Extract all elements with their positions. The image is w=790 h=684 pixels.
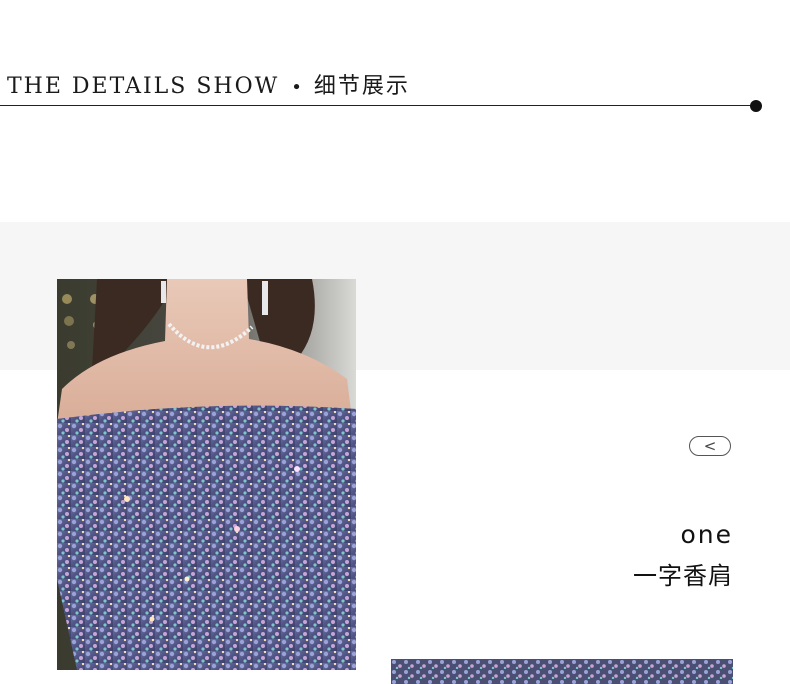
- dress-detail-photo: [57, 279, 356, 670]
- dress-detail-photo-secondary: [391, 659, 733, 684]
- detail-caption-en: one: [680, 520, 733, 549]
- section-title-en: THE DETAILS SHOW: [7, 74, 280, 99]
- detail-caption-zh: 一字香肩: [633, 562, 733, 590]
- section-title-zh: 细节展示: [313, 74, 410, 99]
- prev-button[interactable]: <: [689, 436, 731, 456]
- chevron-left-icon: <: [703, 436, 717, 455]
- header-divider: [0, 105, 754, 106]
- divider-end-dot: [750, 100, 762, 112]
- title-separator: •: [291, 77, 304, 98]
- section-title: THE DETAILS SHOW • 细节展示: [7, 68, 410, 100]
